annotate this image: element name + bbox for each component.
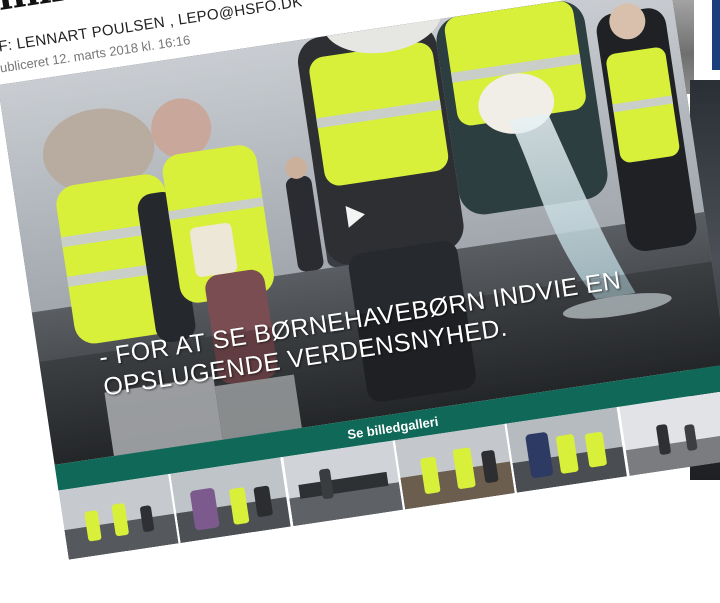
gallery-thumbnail[interactable] bbox=[170, 457, 293, 544]
gallery-thumbnail[interactable] bbox=[394, 423, 518, 510]
gallery-thumbnail[interactable] bbox=[58, 473, 181, 560]
gallery-thumbnail[interactable] bbox=[282, 440, 406, 527]
gallery-thumbnail[interactable] bbox=[506, 406, 630, 493]
article-card: trykt klimakassen AF: LENNART POULSEN , … bbox=[0, 0, 720, 603]
play-button[interactable] bbox=[339, 200, 371, 232]
screenshot-stage: trykt klimakassen AF: LENNART POULSEN , … bbox=[0, 0, 720, 603]
play-icon bbox=[345, 205, 365, 228]
